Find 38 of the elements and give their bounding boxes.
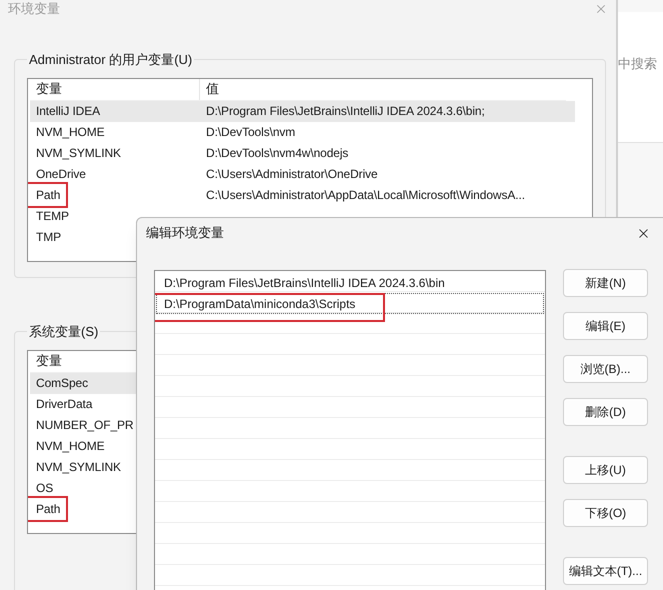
variable-row[interactable]: IntelliJ IDEA D:\Program Files\JetBrains\IntelliJ IDEA 2024.3.6\bin; [30,100,575,122]
dialog-button[interactable]: 浏览(B)... [563,355,648,383]
variable-value: D:\DevTools\nvm4w\nodejs [205,145,348,162]
column-header[interactable]: 变量 [30,78,200,100]
dialog-button[interactable]: 编辑(E) [563,312,648,340]
variable-row[interactable]: ComSpec [30,372,136,394]
group-label: Administrator 的用户变量(U) [28,51,194,69]
variable-name: NUMBER_OF_PR [36,417,134,434]
variable-value: D:\DevTools\nvm [205,124,296,141]
dialog-button[interactable]: 删除(D) [563,398,648,426]
path-text: D:\ProgramData\miniconda3\Scripts [164,294,356,312]
path-entry[interactable]: D:\Program Files\JetBrains\IntelliJ IDEA 2024.3.6\bin [156,272,544,293]
dialog-title: 编辑环境变量 [146,224,224,242]
variable-name: OS [36,480,54,497]
variable-value: C:\Users\Administrator\OneDrive [205,166,378,183]
dialog-button[interactable]: 下移(O) [563,499,648,527]
path-list[interactable]: D:\Program Files\JetBrains\IntelliJ IDEA 2024.3.6\bin D:\ProgramData\miniconda3\Scripts [154,270,546,590]
variable-name: OneDrive [36,166,86,183]
path-text: D:\Program Files\JetBrains\IntelliJ IDEA 2024.3.6\bin [164,274,445,292]
variable-value: C:\Users\Administrator\AppData\Local\Microsoft\WindowsA... [205,187,525,204]
dialog-button[interactable]: 新建(N) [563,269,648,297]
variable-name: ComSpec [36,375,88,392]
variable-name: TEMP [36,208,69,225]
group-label: 系统变量(S) [28,323,100,341]
window-title: 环境变量 [8,0,60,18]
variable-name: NVM_SYMLINK [36,145,121,162]
variable-name: NVM_SYMLINK [36,459,121,476]
variable-name: DriverData [36,396,92,413]
variable-name: IntelliJ IDEA [36,103,100,120]
variable-name: NVM_HOME [36,124,105,141]
variable-name: TMP [36,229,62,246]
dialog-button[interactable]: 编辑文本(T)... [563,557,648,585]
dialog-button[interactable]: 上移(U) [563,456,648,484]
variable-name: NVM_HOME [36,438,105,455]
variable-value: D:\Program Files\JetBrains\IntelliJ IDEA 2024.3.6\bin; [205,103,485,120]
column-header[interactable]: 值 [200,79,219,99]
search-hint: 中搜索 [618,55,657,74]
variable-name: Path [36,500,60,518]
